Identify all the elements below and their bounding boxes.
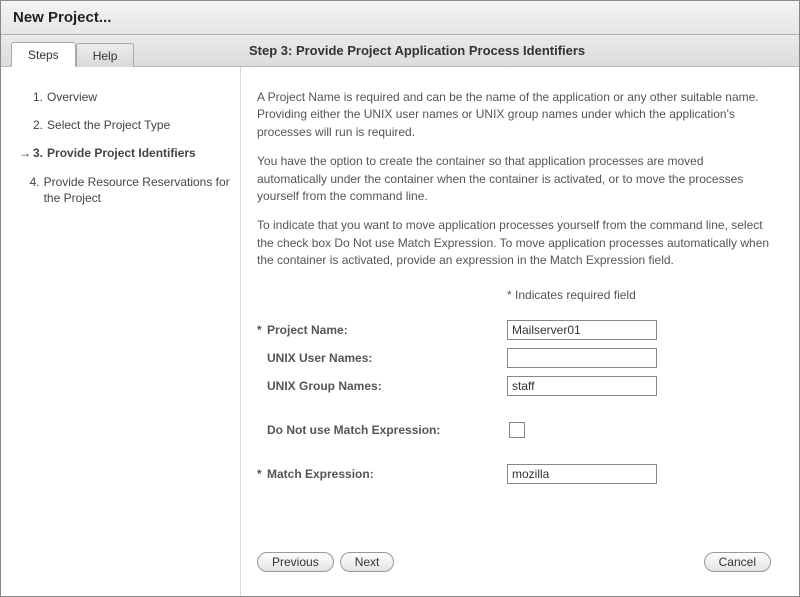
row-unix-group: UNIX Group Names: (257, 376, 771, 396)
step-number: 2. (33, 117, 43, 133)
step-label: Provide Project Identifiers (47, 145, 196, 161)
step-label: Overview (47, 89, 97, 105)
row-project-name: *Project Name: (257, 320, 771, 340)
step-number: 1. (33, 89, 43, 105)
instruction-paragraph: A Project Name is required and can be th… (257, 89, 771, 141)
project-name-input[interactable] (507, 320, 657, 340)
steps-sidebar: 1. Overview 2. Select the Project Type →… (1, 67, 241, 596)
match-expression-input[interactable] (507, 464, 657, 484)
label-unix-group: UNIX Group Names: (257, 379, 507, 393)
row-match-expression: *Match Expression: (257, 464, 771, 484)
step-overview[interactable]: 1. Overview (19, 83, 230, 111)
instructions: A Project Name is required and can be th… (257, 89, 771, 282)
previous-button[interactable]: Previous (257, 552, 334, 572)
row-unix-user: UNIX User Names: (257, 348, 771, 368)
step-number: 3. (33, 145, 43, 161)
button-row: Previous Next Cancel (257, 542, 771, 584)
titlebar: New Project... (1, 1, 799, 35)
tab-steps[interactable]: Steps (11, 42, 76, 67)
wizard-body: 1. Overview 2. Select the Project Type →… (1, 67, 799, 596)
unix-group-input[interactable] (507, 376, 657, 396)
cancel-button[interactable]: Cancel (704, 552, 771, 572)
unix-user-input[interactable] (507, 348, 657, 368)
form: *Project Name: UNIX User Names: UNIX Gro… (257, 312, 771, 492)
asterisk-icon: * (507, 288, 512, 302)
label-no-match: Do Not use Match Expression: (257, 423, 507, 437)
step-label: Select the Project Type (47, 117, 170, 133)
instruction-paragraph: You have the option to create the contai… (257, 153, 771, 205)
label-project-name: *Project Name: (257, 323, 507, 337)
row-no-match: Do Not use Match Expression: (257, 422, 771, 438)
step-label: Provide Resource Reservations for the Pr… (44, 174, 230, 206)
step-select-type[interactable]: 2. Select the Project Type (19, 111, 230, 139)
tabs: Steps Help (1, 35, 241, 66)
step-project-identifiers[interactable]: → 3. Provide Project Identifiers (19, 139, 230, 167)
no-match-checkbox[interactable] (509, 422, 525, 438)
step-number: 4. (30, 174, 40, 190)
step-title: Step 3: Provide Project Application Proc… (241, 35, 799, 66)
toolbar-row: Steps Help Step 3: Provide Project Appli… (1, 35, 799, 67)
required-asterisk-icon: * (257, 467, 267, 481)
step-resource-reservations[interactable]: 4. Provide Resource Reservations for the… (19, 168, 230, 212)
label-unix-user: UNIX User Names: (257, 351, 507, 365)
step-arrow-icon: → (19, 145, 33, 161)
label-match-expression: *Match Expression: (257, 467, 507, 481)
required-note: * Indicates required field (257, 288, 771, 302)
main-panel: A Project Name is required and can be th… (241, 67, 799, 596)
next-button[interactable]: Next (340, 552, 395, 572)
window-title: New Project... (13, 9, 787, 26)
wizard-window: New Project... Steps Help Step 3: Provid… (0, 0, 800, 597)
instruction-paragraph: To indicate that you want to move applic… (257, 217, 771, 269)
required-asterisk-icon: * (257, 323, 267, 337)
tab-help[interactable]: Help (76, 43, 135, 67)
